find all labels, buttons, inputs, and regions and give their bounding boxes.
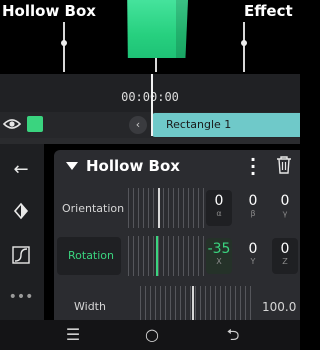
orientation-beta-axis: β — [250, 209, 256, 218]
width-dial-marker — [192, 286, 194, 320]
width-dial[interactable] — [140, 286, 252, 320]
rotation-y-field[interactable]: 0 Y — [240, 238, 266, 274]
preview-left-label: Hollow Box — [2, 2, 96, 20]
recent-apps-icon[interactable]: ☰ — [58, 320, 88, 350]
keyframe-diamond-icon[interactable] — [8, 198, 34, 224]
more-dots-icon[interactable]: ••• — [8, 284, 34, 310]
preview-canvas[interactable]: Hollow Box Effect — [0, 0, 300, 74]
back-arrow-icon[interactable]: ← — [8, 157, 34, 183]
guide-line-right — [243, 22, 245, 72]
orientation-beta-field[interactable]: 0 β — [240, 190, 266, 226]
kebab-menu-icon[interactable]: · · · — [248, 152, 258, 182]
rotation-y-axis: Y — [250, 257, 256, 266]
width-value[interactable]: 100.0 — [262, 300, 296, 314]
home-icon[interactable]: ○ — [137, 320, 167, 350]
trash-icon[interactable] — [276, 156, 292, 174]
chevron-left-icon[interactable]: ‹ — [129, 116, 147, 134]
rotation-x-axis: X — [216, 257, 222, 266]
orientation-gamma-value: 0 — [280, 193, 290, 209]
guide-handle-left[interactable] — [61, 40, 67, 46]
back-icon[interactable]: ⮌ — [218, 320, 248, 350]
orientation-dial-marker — [158, 188, 160, 228]
hollow-box-object[interactable] — [127, 0, 188, 58]
rotation-z-value: 0 — [280, 241, 290, 257]
rotation-dial-marker — [156, 236, 158, 276]
guide-handle-right[interactable] — [241, 40, 247, 46]
rotation-z-field[interactable]: 0 Z — [272, 238, 298, 274]
rotation-z-axis: Z — [282, 257, 288, 266]
guide-line-center — [155, 58, 157, 72]
layer-color-swatch[interactable] — [27, 116, 43, 132]
orientation-alpha-axis: α — [216, 209, 222, 218]
rotation-x-value: -35 — [207, 241, 231, 257]
easing-curve-icon[interactable] — [8, 242, 34, 268]
guide-line-left — [63, 22, 65, 72]
timecode: 00:00:00 — [121, 90, 179, 104]
preview-right-label: Effect — [244, 2, 293, 20]
collapse-triangle-icon[interactable] — [66, 162, 78, 170]
clip-name: Rectangle 1 — [166, 118, 232, 131]
rotation-label: Rotation — [68, 249, 115, 262]
orientation-beta-value: 0 — [248, 193, 258, 209]
rotation-x-field[interactable]: -35 X — [206, 238, 232, 274]
side-toolbar: ← ••• — [0, 144, 44, 320]
rotation-button[interactable]: Rotation — [57, 237, 121, 275]
orientation-gamma-field[interactable]: 0 γ — [272, 190, 298, 226]
width-label: Width — [74, 300, 106, 313]
rotation-dial[interactable] — [128, 236, 206, 276]
panel-title: Hollow Box — [86, 157, 180, 175]
rotation-y-value: 0 — [248, 241, 258, 257]
orientation-gamma-axis: γ — [282, 209, 288, 218]
layer-clip[interactable]: Rectangle 1 — [152, 113, 300, 137]
orientation-dial[interactable] — [128, 188, 206, 228]
eye-icon[interactable] — [3, 117, 21, 131]
orientation-label: Orientation — [62, 202, 125, 215]
orientation-alpha-field[interactable]: 0 α — [206, 190, 232, 226]
orientation-alpha-value: 0 — [214, 193, 224, 209]
playhead[interactable] — [151, 74, 153, 136]
